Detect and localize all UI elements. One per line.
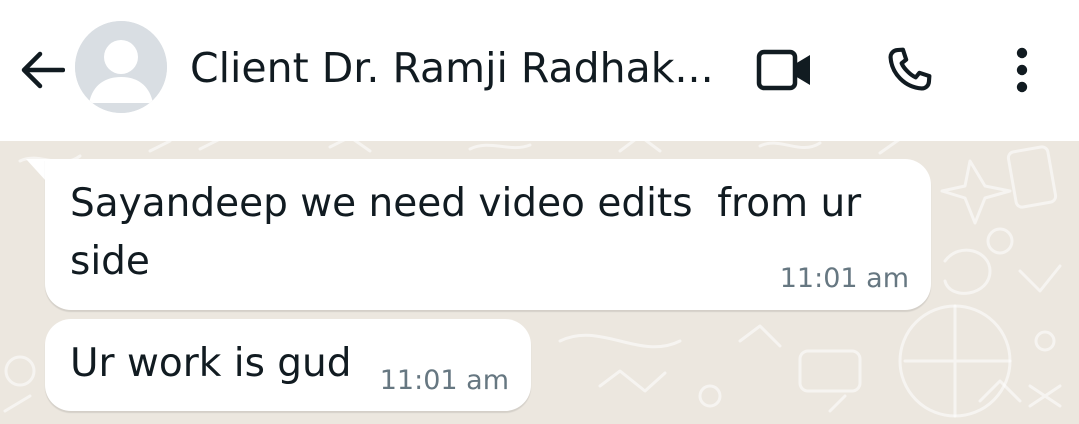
message-time: 11:01 am <box>379 365 509 396</box>
message-bubble[interactable]: Sayandeep we need video edits from ur si… <box>45 159 931 310</box>
arrow-left-icon <box>21 51 65 89</box>
default-avatar-icon <box>75 21 167 113</box>
message-time: 11:01 am <box>779 263 909 294</box>
chat-header: Client Dr. Ramji Radhak... <box>0 0 1079 141</box>
contact-avatar[interactable] <box>75 21 167 113</box>
more-vertical-icon <box>1016 47 1028 93</box>
message-bubble[interactable]: Ur work is gud 11:01 am <box>45 319 531 411</box>
chat-area[interactable]: Sayandeep we need video edits from ur si… <box>0 141 1079 424</box>
message-text: Ur work is gud <box>70 341 352 386</box>
bubble-tail <box>26 159 46 181</box>
video-call-button[interactable] <box>745 38 825 102</box>
phone-icon <box>888 47 932 91</box>
more-options-button[interactable] <box>996 38 1048 102</box>
video-camera-icon <box>756 49 810 91</box>
back-button[interactable] <box>14 44 70 96</box>
voice-call-button[interactable] <box>874 38 944 102</box>
contact-name[interactable]: Client Dr. Ramji Radhak... <box>190 42 730 94</box>
message-text: Sayandeep we need video edits from ur si… <box>70 181 862 284</box>
